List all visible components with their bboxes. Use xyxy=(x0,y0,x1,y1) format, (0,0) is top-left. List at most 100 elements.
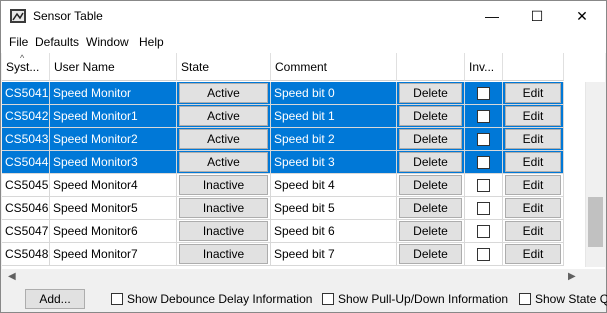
column-header-state[interactable]: State xyxy=(177,53,271,81)
inverted-checkbox[interactable] xyxy=(477,179,490,192)
inverted-checkbox[interactable] xyxy=(477,110,490,123)
cell-user-name[interactable]: Speed Monitor1 xyxy=(50,105,177,128)
cell-system[interactable]: CS5044 xyxy=(2,151,50,174)
delete-button[interactable]: Delete xyxy=(399,83,462,103)
horizontal-scrollbar[interactable]: ◀ ▶ xyxy=(2,269,585,286)
inverted-checkbox[interactable] xyxy=(477,156,490,169)
state-toggle-button[interactable]: Active xyxy=(179,152,268,172)
state-toggle-button[interactable]: Active xyxy=(179,129,268,149)
cell-comment[interactable]: Speed bit 0 xyxy=(271,82,397,105)
cell-user-name[interactable]: Speed Monitor4 xyxy=(50,174,177,197)
cell-system[interactable]: CS5041 xyxy=(2,82,50,105)
state-toggle-button[interactable]: Inactive xyxy=(179,244,268,264)
cell-user-name[interactable]: Speed Monitor xyxy=(50,82,177,105)
cell-system[interactable]: CS5042 xyxy=(2,105,50,128)
column-header-inverted[interactable]: Inv... xyxy=(465,53,503,81)
inverted-checkbox[interactable] xyxy=(477,202,490,215)
cell-user-name[interactable]: Speed Monitor5 xyxy=(50,197,177,220)
column-header-delete[interactable] xyxy=(397,53,465,81)
inverted-checkbox[interactable] xyxy=(477,225,490,238)
cell-comment[interactable]: Speed bit 3 xyxy=(271,151,397,174)
cell-system[interactable]: CS5046 xyxy=(2,197,50,220)
cell-delete: Delete xyxy=(397,82,465,105)
inverted-checkbox[interactable] xyxy=(477,248,490,261)
table-row[interactable]: CS5048 Speed Monitor7 Inactive Speed bit 7D… xyxy=(2,243,564,266)
delete-button[interactable]: Delete xyxy=(399,129,462,149)
table-row[interactable]: CS5047 Speed Monitor6 Inactive Speed bit 6D… xyxy=(2,220,564,243)
menu-window[interactable]: Window xyxy=(86,35,129,49)
show-pullup-option[interactable]: Show Pull-Up/Down Information xyxy=(322,292,508,306)
cell-user-name[interactable]: Speed Monitor2 xyxy=(50,128,177,151)
show-state-label: Show State Qu xyxy=(535,292,607,306)
table-row[interactable]: CS5043 Speed Monitor2 Active Speed bit 2 Del… xyxy=(2,128,564,151)
inverted-checkbox[interactable] xyxy=(477,133,490,146)
menu-help[interactable]: Help xyxy=(139,35,164,49)
column-header-comment[interactable]: Comment xyxy=(271,53,397,81)
cell-comment[interactable]: Speed bit 7 xyxy=(271,243,397,266)
minimize-button[interactable]: — xyxy=(469,1,515,31)
cell-system[interactable]: CS5047 xyxy=(2,220,50,243)
scroll-right-icon[interactable]: ▶ xyxy=(568,271,576,282)
menu-defaults[interactable]: Defaults xyxy=(35,35,79,49)
edit-button[interactable]: Edit xyxy=(505,83,561,103)
inverted-checkbox[interactable] xyxy=(477,87,490,100)
show-state-checkbox[interactable] xyxy=(519,293,531,305)
column-header-user-name-label: User Name xyxy=(54,60,115,74)
app-icon xyxy=(10,9,26,23)
maximize-button[interactable]: ☐ xyxy=(514,1,560,31)
vertical-scroll-thumb[interactable] xyxy=(588,197,603,247)
cell-state: Active xyxy=(177,151,271,174)
column-header-user-name[interactable]: User Name xyxy=(50,53,177,81)
table-row[interactable]: CS5045 Speed Monitor4 Inactive Speed bit 4D… xyxy=(2,174,564,197)
cell-inverted xyxy=(465,128,503,151)
scroll-left-icon[interactable]: ◀ xyxy=(8,271,16,282)
delete-button[interactable]: Delete xyxy=(399,152,462,172)
show-debounce-checkbox[interactable] xyxy=(111,293,123,305)
cell-comment[interactable]: Speed bit 4 xyxy=(271,174,397,197)
edit-button[interactable]: Edit xyxy=(505,106,561,126)
close-button[interactable]: ✕ xyxy=(559,1,605,31)
title-bar[interactable]: Sensor Table — ☐ ✕ xyxy=(1,1,606,31)
cell-user-name[interactable]: Speed Monitor6 xyxy=(50,220,177,243)
cell-comment[interactable]: Speed bit 1 xyxy=(271,105,397,128)
table-row[interactable]: CS5042 Speed Monitor1 Active Speed bit 1 Del… xyxy=(2,105,564,128)
edit-button[interactable]: Edit xyxy=(505,244,561,264)
edit-button[interactable]: Edit xyxy=(505,221,561,241)
cell-comment[interactable]: Speed bit 5 xyxy=(271,197,397,220)
column-header-system[interactable]: ^ Syst... xyxy=(2,53,50,81)
delete-button[interactable]: Delete xyxy=(399,106,462,126)
cell-user-name[interactable]: Speed Monitor7 xyxy=(50,243,177,266)
edit-button[interactable]: Edit xyxy=(505,175,561,195)
cell-system[interactable]: CS5048 xyxy=(2,243,50,266)
table-row[interactable]: CS5046 Speed Monitor5 Inactive Speed bit 5D… xyxy=(2,197,564,220)
delete-button[interactable]: Delete xyxy=(399,198,462,218)
add-button[interactable]: Add... xyxy=(25,289,85,309)
cell-system[interactable]: CS5043 xyxy=(2,128,50,151)
column-header-edit[interactable] xyxy=(503,53,564,81)
state-toggle-button[interactable]: Inactive xyxy=(179,175,268,195)
cell-user-name[interactable]: Speed Monitor3 xyxy=(50,151,177,174)
cell-system[interactable]: CS5045 xyxy=(2,174,50,197)
sort-caret-icon: ^ xyxy=(20,53,25,63)
delete-button[interactable]: Delete xyxy=(399,244,462,264)
menu-file[interactable]: File xyxy=(9,35,28,49)
delete-button[interactable]: Delete xyxy=(399,221,462,241)
edit-button[interactable]: Edit xyxy=(505,198,561,218)
cell-comment[interactable]: Speed bit 6 xyxy=(271,220,397,243)
delete-button[interactable]: Delete xyxy=(399,175,462,195)
edit-button[interactable]: Edit xyxy=(505,129,561,149)
table-row[interactable]: CS5044 Speed Monitor3 Active Speed bit 3 Del… xyxy=(2,151,564,174)
cell-delete: Delete xyxy=(397,174,465,197)
show-state-option[interactable]: Show State Qu xyxy=(519,292,607,306)
vertical-scrollbar[interactable] xyxy=(585,82,605,267)
show-debounce-option[interactable]: Show Debounce Delay Information xyxy=(111,292,312,306)
state-toggle-button[interactable]: Active xyxy=(179,106,268,126)
state-toggle-button[interactable]: Active xyxy=(179,83,268,103)
column-header-inverted-label: Inv... xyxy=(469,60,495,74)
edit-button[interactable]: Edit xyxy=(505,152,561,172)
state-toggle-button[interactable]: Inactive xyxy=(179,198,268,218)
state-toggle-button[interactable]: Inactive xyxy=(179,221,268,241)
show-pullup-checkbox[interactable] xyxy=(322,293,334,305)
table-row[interactable]: CS5041 Speed Monitor Active Speed bit 0 Dele… xyxy=(2,82,564,105)
cell-comment[interactable]: Speed bit 2 xyxy=(271,128,397,151)
